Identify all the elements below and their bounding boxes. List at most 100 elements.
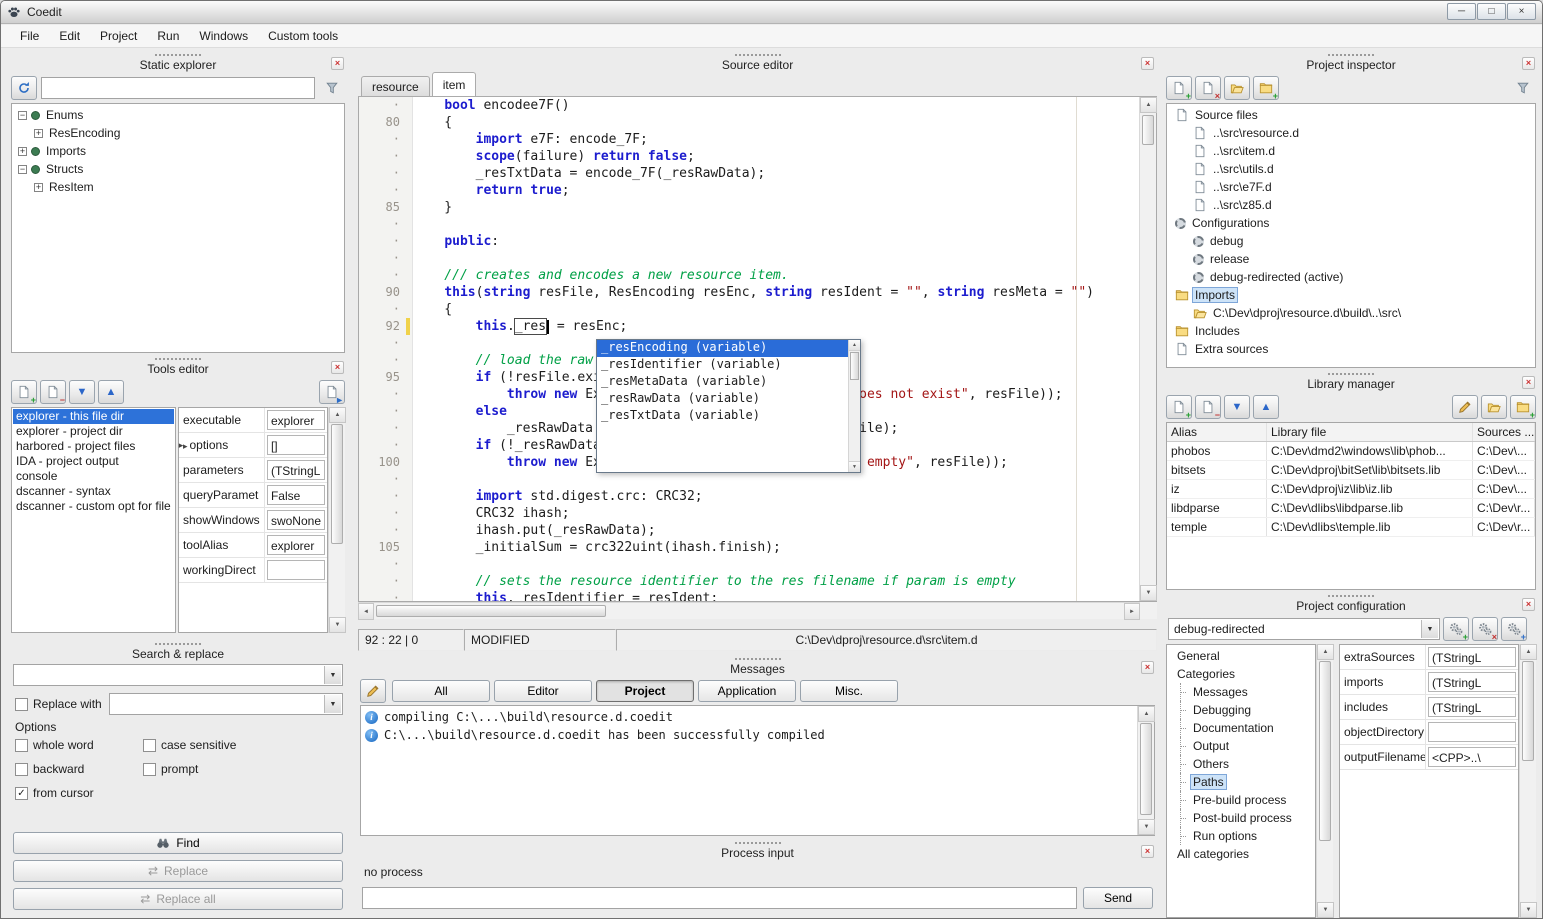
code-line[interactable]: · scope(failure) return false; (359, 148, 1139, 165)
clear-messages-button[interactable] (360, 679, 386, 703)
process-input-header[interactable]: Process input × (358, 841, 1157, 861)
scroll-up-icon[interactable]: ▲ (1138, 706, 1155, 722)
static-explorer-header[interactable]: Static explorer × (9, 53, 347, 73)
code-line[interactable]: 90 this(string resFile, ResEncoding resE… (359, 284, 1139, 301)
expander-icon[interactable]: + (34, 129, 43, 138)
move-library-down-button[interactable]: ▼ (1224, 395, 1250, 419)
panel-grip[interactable] (1328, 595, 1374, 597)
scroll-down-icon[interactable]: ▼ (1140, 585, 1157, 601)
completion-item-resencoding-variable[interactable]: _resEncoding (variable) (597, 340, 848, 357)
config-category-others[interactable]: Others (1169, 755, 1313, 773)
chevron-down-icon[interactable]: ▼ (1421, 620, 1438, 638)
tool-list-item-console[interactable]: console (13, 469, 174, 484)
project-configuration-close-icon[interactable]: × (1522, 598, 1535, 611)
library-row-libdparse[interactable]: libdparseC:\Dev\dlibs\libdparse.libC:\De… (1167, 499, 1535, 518)
code-line[interactable]: 80 { (359, 114, 1139, 131)
remove-configuration-button[interactable]: × (1472, 617, 1498, 641)
replace-with-combobox[interactable]: ▼ (109, 693, 343, 715)
inspector-filter-button[interactable] (1510, 76, 1536, 100)
prompt-checkbox[interactable] (143, 763, 156, 776)
tool-list-item-dscanner-syntax[interactable]: dscanner - syntax (13, 484, 174, 499)
library-manager-header[interactable]: Library manager × (1164, 372, 1538, 392)
config-category-paths[interactable]: Paths (1169, 773, 1313, 791)
library-row-bitsets[interactable]: bitsetsC:\Dev\dproj\bitSet\lib\bitsets.l… (1167, 461, 1535, 480)
menu-custom-tools[interactable]: Custom tools (259, 26, 347, 46)
tool-property-value[interactable]: explorer (267, 410, 325, 430)
inspector-item-debug-redirected-active[interactable]: debug-redirected (active) (1169, 268, 1533, 286)
message-item[interactable]: icompiling C:\...\build\resource.d.coedi… (361, 708, 1137, 726)
config-category-post-build-process[interactable]: Post-build process (1169, 809, 1313, 827)
config-category-categories[interactable]: Categories (1169, 665, 1313, 683)
tree-item-resitem[interactable]: +ResItem (14, 178, 342, 196)
process-input-close-icon[interactable]: × (1141, 845, 1154, 858)
send-button[interactable]: Send (1083, 887, 1153, 909)
static-explorer-close-icon[interactable]: × (331, 57, 344, 70)
expander-icon[interactable]: + (34, 183, 43, 192)
panel-grip[interactable] (1328, 373, 1374, 375)
code-line[interactable]: · bool encodee7F() (359, 97, 1139, 114)
tree-item-structs[interactable]: −Structs (14, 160, 342, 178)
expander-icon[interactable]: − (18, 165, 27, 174)
library-grid-header[interactable]: Alias Library file Sources ... (1167, 423, 1535, 442)
scroll-down-icon[interactable]: ▼ (329, 617, 346, 633)
library-manager-close-icon[interactable]: × (1522, 376, 1535, 389)
chevron-down-icon[interactable]: ▼ (324, 695, 341, 713)
tool-property-value[interactable]: False (267, 485, 325, 505)
library-row-temple[interactable]: templeC:\Dev\dlibs\temple.libC:\Dev\r... (1167, 518, 1535, 537)
column-alias[interactable]: Alias (1167, 423, 1267, 441)
code-line[interactable]: 85 } (359, 199, 1139, 216)
message-item[interactable]: iC:\...\build\resource.d.coedit has been… (361, 726, 1137, 744)
search-term-combobox[interactable]: ▼ (13, 664, 343, 686)
code-line[interactable]: · ihash.put(_resRawData); (359, 522, 1139, 539)
close-button[interactable]: × (1507, 3, 1536, 20)
inspector-item-src-z85-d[interactable]: ..\src\z85.d (1169, 196, 1533, 214)
case-sensitive-checkbox[interactable] (143, 739, 156, 752)
messages-filter-all[interactable]: All (392, 680, 490, 702)
panel-grip[interactable] (1328, 54, 1374, 56)
menu-run[interactable]: Run (148, 26, 188, 46)
menu-project[interactable]: Project (91, 26, 146, 46)
inspector-item-includes[interactable]: Includes (1169, 322, 1533, 340)
messages-filter-editor[interactable]: Editor (494, 680, 592, 702)
tool-property-value[interactable] (267, 560, 325, 580)
minimize-button[interactable]: ─ (1447, 3, 1476, 20)
code-line[interactable]: · _resTxtData = encode_7F(_resRawData); (359, 165, 1139, 182)
code-line[interactable]: · CRC32 ihash; (359, 505, 1139, 522)
tree-item-imports[interactable]: +Imports (14, 142, 342, 160)
config-grid-scrollbar[interactable]: ▲ ▼ (1519, 644, 1536, 918)
tool-list-item-explorer-this-file-dir[interactable]: explorer - this file dir (13, 409, 174, 424)
scroll-up-icon[interactable]: ▲ (329, 407, 346, 423)
tree-item-resencoding[interactable]: +ResEncoding (14, 124, 342, 142)
code-line[interactable]: · public: (359, 233, 1139, 250)
config-property-value[interactable]: (TStringL (1428, 647, 1516, 667)
completion-item-resmetadata-variable[interactable]: _resMetaData (variable) (597, 374, 848, 391)
replace-all-button[interactable]: ⇄ Replace all (13, 888, 343, 910)
library-row-phobos[interactable]: phobosC:\Dev\dmd2\windows\lib\phob...C:\… (1167, 442, 1535, 461)
move-tool-down-button[interactable]: ▼ (69, 380, 95, 404)
editor-horizontal-scrollbar[interactable]: ◄ ► (358, 602, 1140, 619)
expand-right-icon[interactable]: ▸ (179, 440, 184, 451)
panel-grip[interactable] (155, 54, 201, 56)
scroll-up-icon[interactable]: ▲ (1140, 97, 1157, 113)
inspector-item-debug[interactable]: debug (1169, 232, 1533, 250)
config-property-value[interactable]: (TStringL (1428, 672, 1516, 692)
inspector-item-src-utils-d[interactable]: ..\src\utils.d (1169, 160, 1533, 178)
library-row-iz[interactable]: izC:\Dev\dproj\iz\lib\iz.libC:\Dev\... (1167, 480, 1535, 499)
add-library-folder-button[interactable]: + (1510, 395, 1536, 419)
messages-filter-application[interactable]: Application (698, 680, 796, 702)
code-line[interactable]: · this._resIdentifier = resIdent; (359, 590, 1139, 601)
tool-property-value[interactable]: [] (267, 435, 325, 455)
menu-edit[interactable]: Edit (50, 26, 89, 46)
panel-grip[interactable] (155, 358, 201, 360)
replace-button[interactable]: ⇄ Replace (13, 860, 343, 882)
project-inspector-header[interactable]: Project inspector × (1164, 53, 1538, 73)
tool-list-item-harbored-project-files[interactable]: harbored - project files (13, 439, 174, 454)
scroll-up-icon[interactable]: ▲ (1317, 644, 1334, 660)
code-line[interactable]: 92 this._res = resEnc; (359, 318, 1139, 335)
code-line[interactable]: · /// creates and encodes a new resource… (359, 267, 1139, 284)
inspector-item-extra-sources[interactable]: Extra sources (1169, 340, 1533, 358)
add-tool-button[interactable]: + (11, 380, 37, 404)
inspector-item-src-item-d[interactable]: ..\src\item.d (1169, 142, 1533, 160)
static-explorer-filter-button[interactable] (319, 76, 345, 100)
menu-file[interactable]: File (11, 26, 48, 46)
